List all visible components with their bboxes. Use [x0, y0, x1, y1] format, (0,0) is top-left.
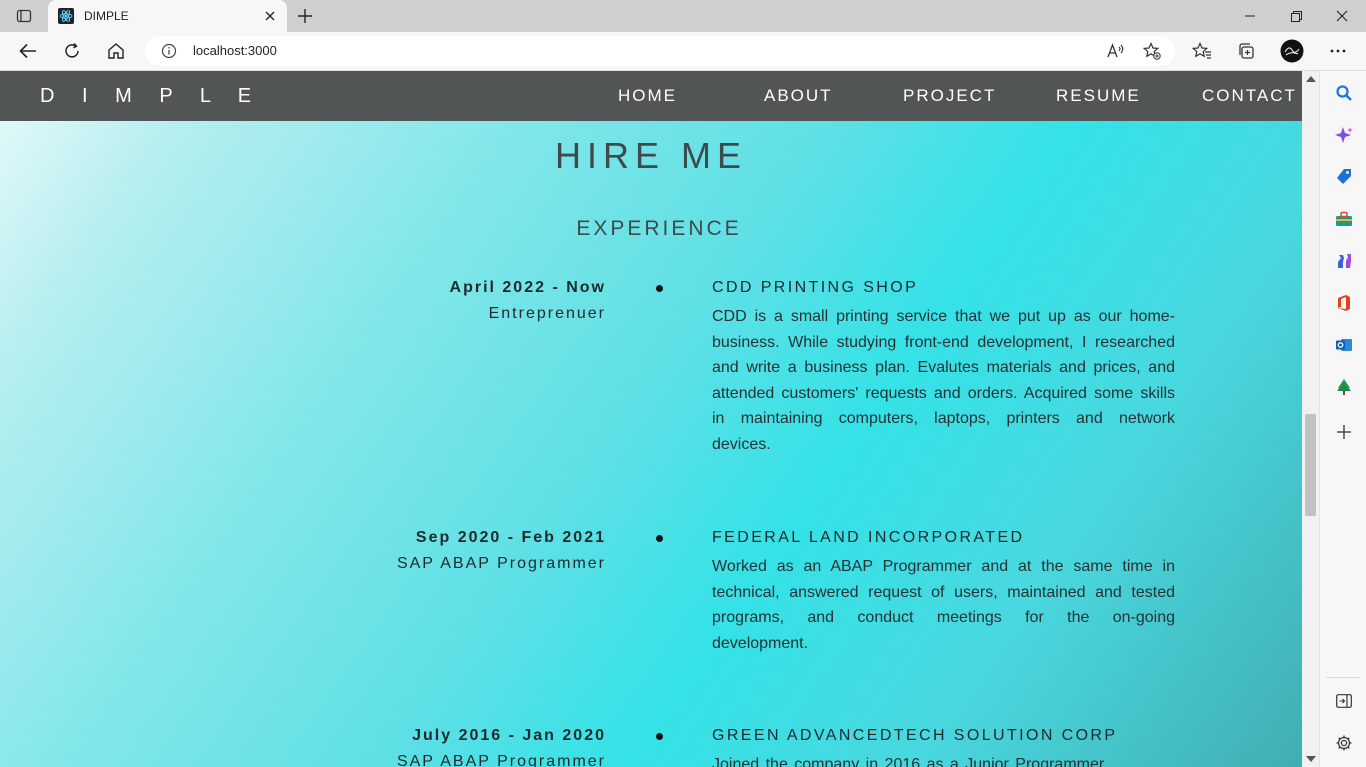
timeline-dot — [656, 535, 663, 542]
profile-avatar-icon[interactable] — [1278, 38, 1306, 64]
tools-icon[interactable] — [1331, 206, 1357, 232]
scroll-down-arrow-icon[interactable] — [1306, 756, 1316, 762]
read-aloud-icon[interactable] — [1105, 42, 1127, 60]
edge-sidebar — [1319, 71, 1366, 767]
more-icon — [1330, 49, 1346, 53]
scroll-thumb[interactable] — [1305, 414, 1316, 516]
restore-button[interactable] — [1276, 3, 1316, 29]
refresh-icon — [65, 42, 79, 58]
copilot-icon[interactable] — [1331, 122, 1357, 148]
entry-date: July 2016 - Jan 2020 — [412, 727, 606, 744]
nav-resume[interactable]: RESUME — [1056, 86, 1141, 106]
nav-contact[interactable]: CONTACT — [1202, 86, 1297, 106]
entry-description: CDD is a small printing service that we … — [712, 308, 1175, 453]
collections-button[interactable] — [1232, 38, 1260, 64]
back-arrow-icon — [19, 43, 36, 59]
close-icon[interactable] — [261, 7, 279, 25]
tab-actions-icon[interactable] — [11, 6, 37, 26]
timeline-dot — [656, 733, 663, 740]
page-scrollbar[interactable] — [1302, 71, 1319, 767]
new-tab-button[interactable] — [294, 5, 316, 27]
shopping-tag-icon[interactable] — [1331, 164, 1357, 190]
sidebar-toggle-icon[interactable] — [1331, 688, 1357, 714]
entry-description: Joined the company in 2016 as a Junior P… — [712, 756, 1105, 767]
plus-icon — [298, 9, 312, 23]
page-title: HIRE ME — [554, 135, 747, 176]
timeline-dot — [656, 285, 663, 292]
entry-date: Sep 2020 - Feb 2021 — [415, 529, 606, 546]
entry-company: GREEN ADVANCEDTECH SOLUTION CORP — [712, 727, 1118, 744]
sidebar-divider — [1326, 677, 1360, 678]
add-icon[interactable] — [1331, 419, 1357, 445]
favorites-icon — [1192, 42, 1211, 59]
office-icon[interactable] — [1331, 290, 1357, 316]
nav-project[interactable]: PROJECT — [903, 86, 996, 106]
nav-about[interactable]: ABOUT — [764, 86, 833, 106]
react-favicon-icon — [58, 8, 74, 24]
entry-role: SAP ABAP Programmer — [396, 555, 606, 572]
url-text[interactable]: localhost:3000 — [193, 43, 277, 58]
section-title: EXPERIENCE — [576, 217, 742, 240]
site-brand[interactable]: D I M P L E — [40, 85, 262, 108]
entry-date: April 2022 - Now — [449, 279, 606, 296]
minimize-button[interactable] — [1230, 3, 1270, 29]
entry-role: SAP ABAP Programmer — [396, 753, 606, 767]
settings-icon[interactable] — [1331, 730, 1357, 756]
site-navbar: D I M P L E HOME ABOUT PROJECT RESUME CO… — [0, 71, 1302, 121]
info-icon[interactable] — [161, 43, 177, 64]
collections-icon — [1239, 43, 1254, 59]
entry-company: FEDERAL LAND INCORPORATED — [712, 529, 1025, 546]
refresh-button[interactable] — [58, 38, 86, 64]
add-favorite-icon[interactable] — [1141, 42, 1163, 60]
page-viewport: D I M P L E HOME ABOUT PROJECT RESUME CO… — [0, 71, 1302, 767]
close-icon — [1336, 10, 1348, 22]
site-brand-text: D I M P L E — [40, 85, 263, 107]
restore-icon — [1290, 10, 1302, 22]
outlook-icon[interactable] — [1331, 332, 1357, 358]
minimize-icon — [1245, 15, 1255, 17]
search-icon[interactable] — [1331, 80, 1357, 106]
home-icon — [108, 43, 124, 59]
tab-title: DIMPLE — [84, 9, 129, 23]
browser-toolbar: localhost:3000 — [0, 32, 1366, 71]
browser-tab-active[interactable]: DIMPLE — [48, 0, 287, 32]
address-bar[interactable]: localhost:3000 — [145, 36, 1175, 66]
tree-icon[interactable] — [1331, 374, 1357, 400]
games-icon[interactable] — [1331, 248, 1357, 274]
entry-company: CDD PRINTING SHOP — [712, 279, 919, 296]
entry-description: Worked as an ABAP Programmer and at the … — [712, 558, 1175, 652]
scroll-up-arrow-icon[interactable] — [1306, 76, 1316, 82]
entry-role: Entreprenuer — [488, 305, 606, 322]
close-window-button[interactable] — [1322, 3, 1362, 29]
home-button[interactable] — [102, 38, 130, 64]
tab-strip: DIMPLE — [0, 0, 1366, 32]
more-button[interactable] — [1324, 38, 1352, 64]
back-button[interactable] — [14, 38, 42, 64]
favorites-button[interactable] — [1188, 38, 1216, 64]
nav-home[interactable]: HOME — [618, 86, 677, 106]
